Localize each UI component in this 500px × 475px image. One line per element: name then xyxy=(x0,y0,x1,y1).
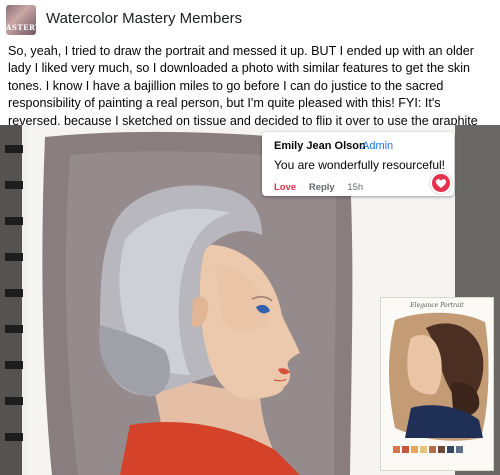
reference-title: Elegance Portrait xyxy=(410,302,464,309)
admin-badge: Admin xyxy=(362,140,394,152)
heart-glyph xyxy=(435,179,447,188)
comment-actions: Love Reply 15h xyxy=(274,182,373,193)
comment-text: You are wonderfully resourceful! xyxy=(274,158,445,172)
reference-painting xyxy=(389,312,489,453)
comment-timestamp[interactable]: 15h xyxy=(347,182,363,193)
heart-icon[interactable] xyxy=(430,172,452,194)
reply-button[interactable]: Reply xyxy=(309,182,335,193)
reference-photo[interactable]: Elegance Portrait xyxy=(380,297,494,471)
group-name-link[interactable]: Watercolor Mastery Members xyxy=(46,10,242,27)
post-header: ASTERY Watercolor Mastery Members xyxy=(0,0,500,40)
group-avatar[interactable]: ASTERY xyxy=(6,5,36,35)
avatar-text: ASTERY xyxy=(6,23,36,32)
comment-author[interactable]: Emily Jean Olson xyxy=(274,140,366,152)
comment-card: Emily Jean Olson Admin You are wonderful… xyxy=(262,132,454,196)
love-button[interactable]: Love xyxy=(274,182,296,193)
